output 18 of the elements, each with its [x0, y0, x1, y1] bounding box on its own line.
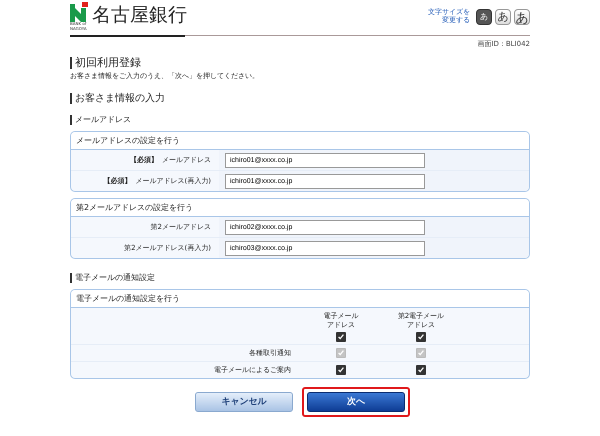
- checkbox[interactable]: [416, 364, 426, 374]
- font-size-button[interactable]: あ: [495, 9, 511, 25]
- next-button[interactable]: 次へ: [307, 392, 405, 412]
- checkbox[interactable]: [336, 332, 346, 342]
- bank-logo-icon: [70, 2, 88, 22]
- section-title: お客さま情報の入力: [70, 93, 530, 104]
- font-size-button[interactable]: あ: [514, 9, 530, 25]
- cancel-button[interactable]: キャンセル: [195, 392, 293, 412]
- checkbox[interactable]: [336, 364, 346, 374]
- page-title: 初回利用登録: [70, 57, 530, 69]
- card-title: 第2メールアドレスの設定を行う: [71, 199, 529, 217]
- card-title: 電子メールの通知設定を行う: [71, 290, 529, 308]
- checkbox[interactable]: [416, 332, 426, 342]
- card-title: メールアドレスの設定を行う: [71, 132, 529, 150]
- group-heading: メールアドレス: [70, 115, 530, 125]
- group-heading: 電子メールの通知設定: [70, 273, 530, 283]
- font-size-button[interactable]: あ: [476, 9, 492, 25]
- bank-name: 名古屋銀行: [92, 3, 187, 28]
